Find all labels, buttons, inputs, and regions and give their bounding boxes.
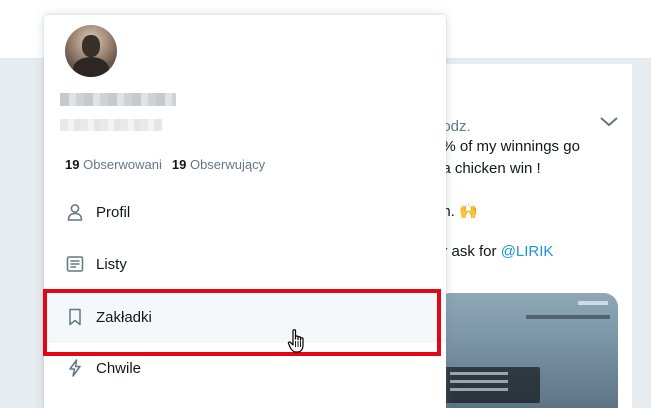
list-icon [66, 255, 84, 273]
media-scoreboard [444, 367, 540, 403]
hand-pointer-cursor-icon [287, 329, 304, 353]
menu-item-label: Listy [96, 255, 127, 273]
followers-link[interactable]: 19 Obserwujący [172, 157, 265, 172]
follow-stats: 19 Obserwowani 19 Obserwujący [65, 157, 265, 172]
tweet-text-line: 0% of my winnings go [434, 138, 580, 155]
user-icon [66, 203, 84, 221]
blurred-display-name [60, 93, 176, 106]
tweet-text-line: er ask for @LIRIK [434, 243, 553, 260]
media-overlay-text [578, 301, 608, 305]
account-dropdown-menu: 19 Obserwowani 19 Obserwujący Profil List… [44, 15, 446, 408]
following-link[interactable]: 19 Obserwowani [65, 157, 162, 172]
menu-item-label: Chwile [96, 359, 142, 377]
blurred-username [60, 119, 162, 131]
menu-item-moments[interactable]: Chwile [44, 342, 446, 394]
tweet-text-line: / a chicken win ! [434, 160, 541, 177]
avatar[interactable] [65, 25, 117, 77]
menu-item-label: Zakładki [96, 308, 152, 326]
lightning-icon [66, 359, 84, 377]
menu-item-profile[interactable]: Profil [44, 186, 446, 238]
menu-item-label: Profil [96, 203, 131, 221]
menu-item-lists[interactable]: Listy [44, 238, 446, 290]
bookmark-icon [66, 308, 84, 326]
menu-item-bookmarks[interactable]: Zakładki [44, 291, 446, 343]
tweet-media-image[interactable] [436, 293, 618, 408]
chevron-down-icon[interactable] [598, 114, 620, 130]
media-overlay-text [526, 315, 610, 319]
mention-link[interactable]: @LIRIK [501, 243, 554, 260]
